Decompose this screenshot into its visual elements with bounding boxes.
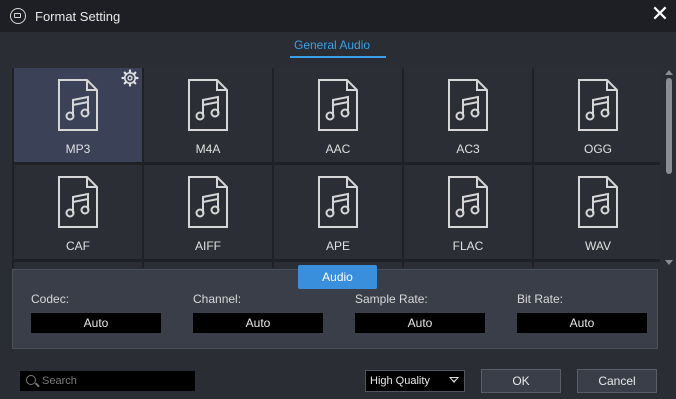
channel-label: Channel: <box>193 292 242 306</box>
format-label: M4A <box>195 142 221 156</box>
scroll-down-arrow-icon[interactable] <box>665 260 673 265</box>
codec-select[interactable]: Auto <box>31 313 161 333</box>
format-tile-aac[interactable]: AAC <box>274 68 402 162</box>
codec-label: Codec: <box>31 292 70 306</box>
app-logo-icon <box>10 8 26 24</box>
music-file-icon <box>318 176 358 228</box>
window-title: Format Setting <box>35 9 121 24</box>
search-box[interactable] <box>20 371 195 391</box>
music-file-icon <box>318 79 358 131</box>
grid-scrollbar[interactable] <box>664 68 674 268</box>
format-label: CAF <box>66 239 90 253</box>
music-file-icon <box>578 176 618 228</box>
channel-select[interactable]: Auto <box>193 313 323 333</box>
music-file-icon <box>448 79 488 131</box>
music-file-icon <box>188 79 228 131</box>
ok-button[interactable]: OK <box>481 369 561 393</box>
format-label: AC3 <box>456 142 480 156</box>
format-tile-partial[interactable] <box>404 262 532 268</box>
sample-rate-select[interactable]: Auto <box>355 313 485 333</box>
format-label: AAC <box>325 142 351 156</box>
cancel-button[interactable]: Cancel <box>577 369 657 393</box>
format-tile-caf[interactable]: CAF <box>14 165 142 259</box>
search-input[interactable] <box>42 371 192 391</box>
sample-rate-label: Sample Rate: <box>355 292 428 306</box>
music-file-icon <box>58 176 98 228</box>
music-file-icon <box>58 79 98 131</box>
format-tile-m4a[interactable]: M4A <box>144 68 272 162</box>
bit-rate-select[interactable]: Auto <box>517 313 647 333</box>
format-label: MP3 <box>65 142 91 156</box>
music-file-icon <box>188 176 228 228</box>
title-bar: Format Setting ✕ <box>0 0 676 32</box>
format-tile-wav[interactable]: WAV <box>534 165 660 259</box>
music-file-icon <box>448 176 488 228</box>
format-tile-partial[interactable] <box>144 262 272 268</box>
tab-underline <box>290 56 386 58</box>
format-label: AIFF <box>195 239 221 253</box>
format-label: APE <box>325 239 350 253</box>
format-tile-ape[interactable]: APE <box>274 165 402 259</box>
quality-dropdown[interactable]: High Quality <box>365 370 465 392</box>
format-tile-partial[interactable] <box>14 262 142 268</box>
format-tile-partial[interactable] <box>534 262 660 268</box>
format-grid: MP3 M4A AAC AC3 OGG CAF AIFF APE FLAC WA… <box>12 68 660 268</box>
format-tile-flac[interactable]: FLAC <box>404 165 532 259</box>
format-tile-ac3[interactable]: AC3 <box>404 68 532 162</box>
close-button[interactable]: ✕ <box>650 4 670 26</box>
format-label: FLAC <box>452 239 484 253</box>
chevron-down-icon <box>449 377 459 383</box>
format-tile-aiff[interactable]: AIFF <box>144 165 272 259</box>
tab-bar: General Audio <box>0 32 676 60</box>
scroll-thumb[interactable] <box>666 78 672 174</box>
audio-tab[interactable]: Audio <box>298 265 377 289</box>
search-icon <box>26 375 36 385</box>
tab-general-audio[interactable]: General Audio <box>294 38 370 52</box>
quality-value: High Quality <box>370 375 430 387</box>
gear-icon[interactable] <box>121 69 139 87</box>
format-tile-ogg[interactable]: OGG <box>534 68 660 162</box>
format-label: WAV <box>585 239 611 253</box>
scroll-up-arrow-icon[interactable] <box>665 70 673 75</box>
format-label: OGG <box>583 142 612 156</box>
music-file-icon <box>578 79 618 131</box>
bit-rate-label: Bit Rate: <box>517 292 564 306</box>
